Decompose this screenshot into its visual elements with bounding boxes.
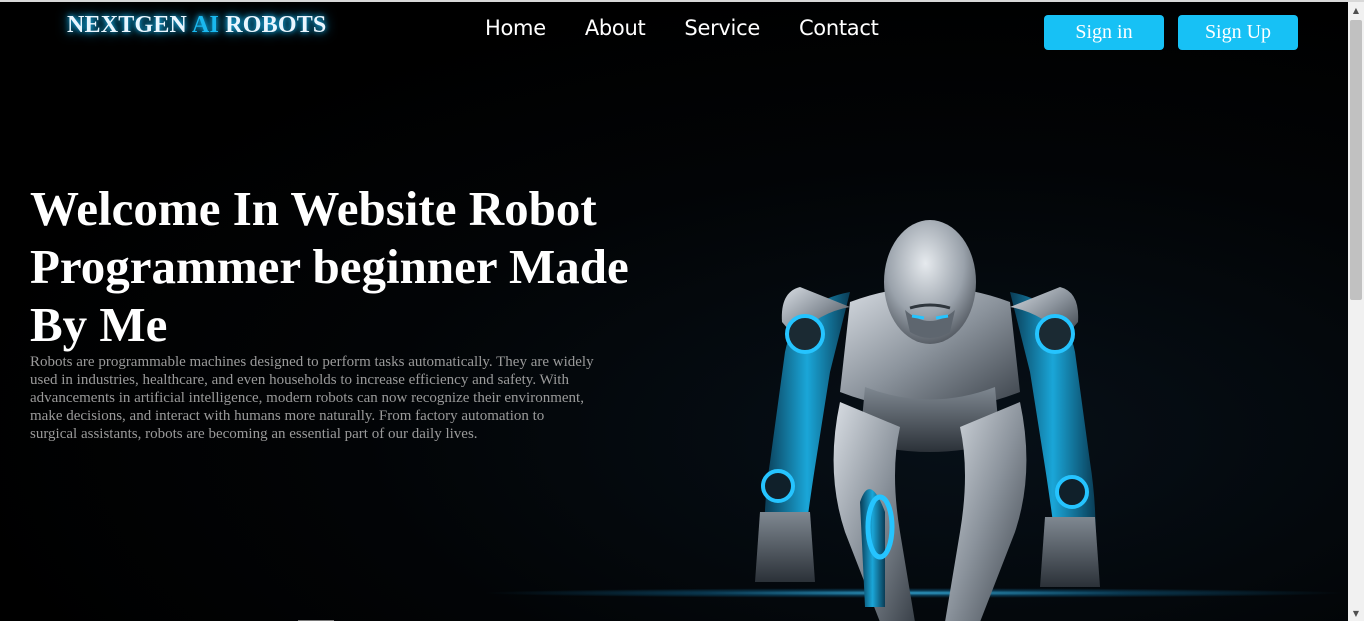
- sign-in-button[interactable]: Sign in: [1044, 15, 1164, 50]
- nav-link-contact[interactable]: Contact: [799, 16, 879, 40]
- viewport: NEXTGEN AI ROBOTS Home About Service Con…: [0, 2, 1348, 621]
- robot-image: [755, 220, 1100, 621]
- logo-text-ai: AI: [191, 12, 220, 38]
- vertical-scrollbar[interactable]: ▲ ▼: [1348, 2, 1364, 621]
- logo-text-nextgen: NEXTGEN: [67, 12, 192, 38]
- logo-text-robots: ROBOTS: [219, 12, 327, 38]
- nav-link-about[interactable]: About: [585, 16, 646, 40]
- scroll-down-arrow-icon[interactable]: ▼: [1348, 605, 1364, 621]
- site-logo[interactable]: NEXTGEN AI ROBOTS: [67, 12, 326, 39]
- sign-up-button[interactable]: Sign Up: [1178, 15, 1298, 50]
- nav-link-home[interactable]: Home: [485, 16, 546, 40]
- hero-title: Welcome In Website Robot Programmer begi…: [30, 181, 629, 352]
- hero-description: Robots are programmable machines designe…: [30, 354, 594, 442]
- scroll-thumb[interactable]: [1350, 20, 1362, 300]
- page: NEXTGEN AI ROBOTS Home About Service Con…: [0, 0, 1364, 621]
- main-nav: Home About Service Contact: [485, 16, 879, 40]
- nav-link-service[interactable]: Service: [684, 16, 760, 40]
- scroll-up-arrow-icon[interactable]: ▲: [1348, 2, 1364, 18]
